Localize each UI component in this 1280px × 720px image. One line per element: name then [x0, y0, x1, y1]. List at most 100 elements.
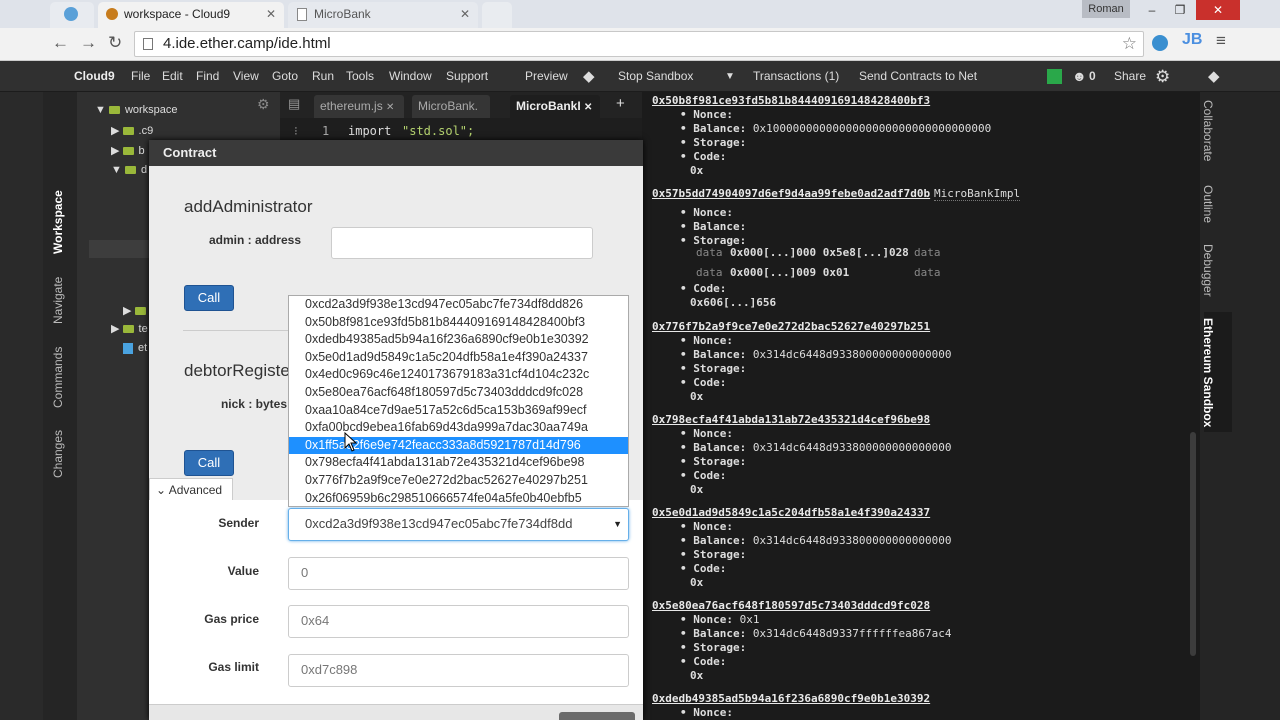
gear-icon[interactable]: ⚙ — [1155, 61, 1170, 92]
code-value: 0x606[...]656 — [690, 296, 777, 309]
tree-item[interactable]: ▼ d — [111, 164, 147, 176]
send-contracts-button[interactable]: Send Contracts to Net — [859, 61, 977, 92]
jetbrains-icon[interactable]: JB — [1182, 31, 1202, 49]
gas-price-input[interactable]: 0x64 — [288, 605, 629, 638]
menu-file[interactable]: File — [131, 61, 150, 92]
dropdown-option[interactable]: 0x4ed0c969c46e1240173679183a31cf4d104c23… — [289, 366, 628, 384]
rail-debugger[interactable]: Debugger — [1201, 244, 1215, 297]
dropdown-option[interactable]: 0x5e0d1ad9d5849c1a5c204dfb58a1e4f390a243… — [289, 349, 628, 367]
minimize-icon[interactable]: – — [1138, 0, 1166, 20]
menu-goto[interactable]: Goto — [272, 61, 298, 92]
tab-microbank[interactable]: MicroBank ✕ — [288, 2, 478, 28]
menu-window[interactable]: Window — [389, 61, 432, 92]
dropdown-option-selected[interactable]: 0x1ff5a02f6e9e742feacc333a8d5921787d14d7… — [289, 436, 628, 455]
file-icon — [123, 342, 133, 354]
globe-icon — [64, 7, 78, 21]
new-tab-button[interactable] — [482, 2, 512, 28]
close-icon[interactable]: ✕ — [386, 102, 394, 113]
tree-item[interactable]: ▶ .c9 — [111, 124, 153, 137]
call-button[interactable]: Call — [184, 285, 234, 311]
rail-changes[interactable]: Changes — [51, 430, 65, 478]
tree-root[interactable]: ▼ workspace — [95, 104, 178, 116]
gas-limit-input[interactable]: 0xd7c898 — [288, 654, 629, 687]
editor-tab[interactable]: MicroBank. — [412, 95, 490, 118]
call-button[interactable]: Call — [184, 450, 234, 476]
pinned-tab[interactable] — [50, 2, 94, 28]
tree-gear-icon[interactable]: ⚙ — [257, 96, 270, 113]
rail-navigate[interactable]: Navigate — [51, 277, 65, 324]
url-field[interactable]: 4.ide.ether.camp/ide.html ☆ — [134, 31, 1144, 57]
collaborator-avatar[interactable] — [1047, 69, 1062, 84]
add-tab-icon[interactable]: + — [616, 95, 625, 112]
admin-address-input[interactable] — [331, 227, 593, 259]
dropdown-option[interactable]: 0x798ecfa4f41abda131ab72e435321d4cef96be… — [289, 454, 628, 472]
dropdown-option[interactable]: 0xaa10a84ce7d9ae517a52c6d5ca153b369af99e… — [289, 402, 628, 420]
account-address[interactable]: 0x798ecfa4f41abda131ab72e435321d4cef96be… — [652, 413, 930, 426]
forward-icon[interactable]: → — [80, 33, 97, 53]
dropdown-option[interactable]: 0x50b8f981ce93fd5b81b844409169148428400b… — [289, 314, 628, 332]
rail-workspace[interactable]: Workspace — [51, 190, 65, 254]
stop-sandbox-button[interactable]: Stop Sandbox — [618, 61, 693, 92]
rail-outline[interactable]: Outline — [1201, 185, 1215, 223]
tree-item[interactable]: ▶ b — [111, 144, 145, 157]
extension-globe-icon[interactable] — [1152, 35, 1168, 51]
close-icon[interactable]: ✕ — [584, 102, 592, 113]
menu-support[interactable]: Support — [446, 61, 488, 92]
share-button[interactable]: Share — [1114, 61, 1146, 92]
account-address[interactable]: 0x5e0d1ad9d5849c1a5c204dfb58a1e4f390a243… — [652, 506, 930, 519]
cloud9-favicon-icon — [106, 8, 118, 20]
user-badge[interactable]: Roman — [1082, 0, 1130, 18]
tree-item[interactable]: et — [123, 342, 147, 354]
chevron-down-icon[interactable]: ▼ — [725, 61, 735, 92]
editor-tab-active[interactable]: MicroBankI ✕ — [510, 95, 600, 118]
storage-row: 0x000[...]000 0x5e8[...]028 — [730, 246, 909, 259]
menu-view[interactable]: View — [233, 61, 259, 92]
ethereum-icon[interactable]: ◆ — [583, 61, 595, 92]
rail-commands[interactable]: Commands — [51, 347, 65, 408]
tree-item[interactable]: ▶ te — [111, 322, 148, 335]
dropdown-option[interactable]: 0x26f06959b6c298510666574fe04a5fe0b40ebf… — [289, 490, 628, 506]
editor-tab[interactable]: ethereum.js ✕ — [314, 95, 404, 118]
folder-icon — [108, 106, 120, 115]
advanced-toggle[interactable]: ⌄ Advanced — [149, 478, 233, 502]
menu-run[interactable]: Run — [312, 61, 334, 92]
output-scrollbar[interactable] — [1190, 432, 1196, 656]
restore-icon[interactable]: ❐ — [1166, 0, 1194, 20]
menu-icon[interactable]: ≡ — [1216, 31, 1226, 51]
param-label: nick : bytes — [220, 397, 287, 411]
storage-tag: data — [914, 266, 941, 279]
preview-button[interactable]: Preview — [525, 61, 568, 92]
value-input[interactable]: 0 — [288, 557, 629, 590]
rail-collaborate[interactable]: Collaborate — [1201, 100, 1215, 161]
back-icon[interactable]: ← — [52, 33, 69, 53]
dropdown-option[interactable]: 0x5e80ea76acf648f180597d5c73403dddcd9fc0… — [289, 384, 628, 402]
rail-ethereum-sandbox[interactable]: Ethereum Sandbox — [1201, 318, 1215, 427]
account-address[interactable]: 0x50b8f981ce93fd5b81b844409169148428400b… — [652, 94, 930, 107]
account-address[interactable]: 0xdedb49385ad5b94a16f236a6890cf9e0b1e303… — [652, 692, 930, 705]
account-address[interactable]: 0x57b5dd74904097d6ef9d4aa99febe0ad2adf7d… — [652, 187, 930, 200]
footer-button[interactable] — [559, 712, 635, 720]
dropdown-option[interactable]: 0xfa00bcd9ebea16fab69d43da999a7dac30aa74… — [289, 419, 628, 437]
close-icon[interactable]: ✕ — [460, 2, 470, 26]
field-code: • Code: — [680, 469, 727, 482]
transactions-button[interactable]: Transactions (1) — [753, 61, 839, 92]
close-icon[interactable]: ✕ — [266, 2, 276, 26]
tab-workspace[interactable]: workspace - Cloud9 ✕ — [98, 2, 284, 28]
dropdown-option[interactable]: 0x776f7b2a9f9ce7e0e272d2bac52627e40297b2… — [289, 472, 628, 490]
account-address[interactable]: 0x5e80ea76acf648f180597d5c73403dddcd9fc0… — [652, 599, 930, 612]
account-address[interactable]: 0x776f7b2a9f9ce7e0e272d2bac52627e40297b2… — [652, 320, 930, 333]
sender-select[interactable]: 0xcd2a3d9f938e13cd947ec05abc7fe734df8dd … — [288, 508, 629, 541]
dropdown-option[interactable]: 0xdedb49385ad5b94a16f236a6890cf9e0b1e303… — [289, 331, 628, 349]
field-storage: • Storage: — [680, 641, 747, 654]
users-icon[interactable]: ☻ — [1072, 61, 1087, 92]
menu-edit[interactable]: Edit — [162, 61, 183, 92]
dropdown-option[interactable]: 0xcd2a3d9f938e13cd947ec05abc7fe734df8dd8… — [289, 296, 628, 314]
reload-icon[interactable]: ↻ — [108, 33, 122, 53]
star-icon[interactable]: ☆ — [1122, 32, 1137, 56]
menu-tools[interactable]: Tools — [346, 61, 374, 92]
close-window-icon[interactable]: ✕ — [1196, 0, 1240, 20]
menu-find[interactable]: Find — [196, 61, 219, 92]
brand[interactable]: Cloud9 — [74, 61, 115, 92]
tab-list-icon[interactable]: ▤ — [288, 96, 300, 112]
field-nonce: • Nonce: — [680, 427, 733, 440]
